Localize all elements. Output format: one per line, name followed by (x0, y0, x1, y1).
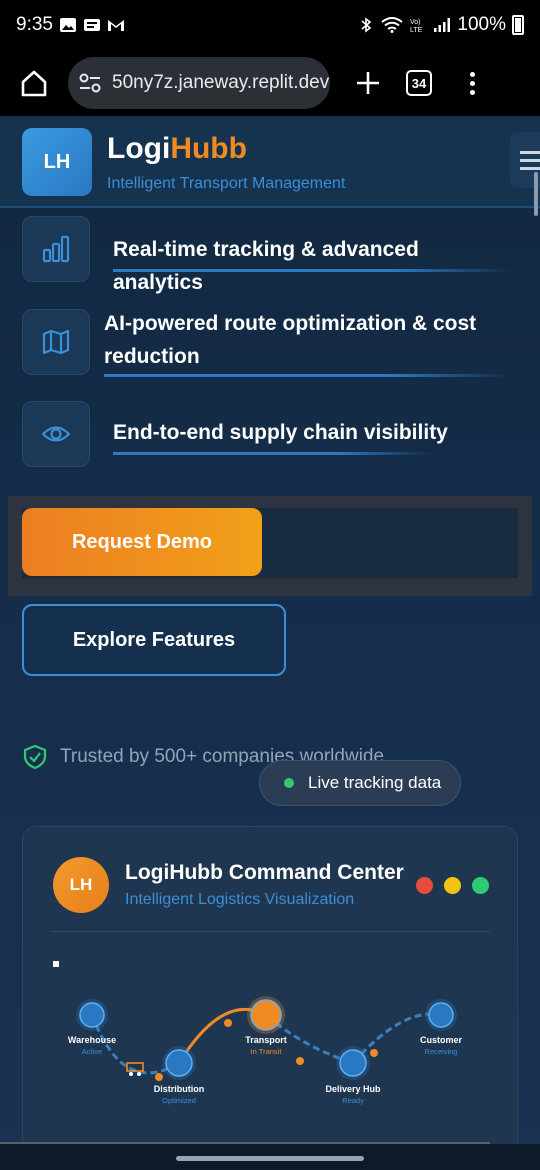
node-label: Delivery Hub (325, 1084, 381, 1094)
shield-check-icon (23, 744, 47, 770)
node-status: Ready (342, 1096, 364, 1105)
feature-item: End-to-end supply chain visibility (22, 401, 512, 471)
card-divider (51, 931, 491, 932)
node-status: Active (82, 1047, 102, 1056)
window-dot-yellow (444, 877, 461, 894)
home-icon (21, 70, 47, 97)
home-button[interactable] (12, 61, 56, 105)
svg-text:Vo): Vo) (410, 19, 421, 26)
route-node[interactable] (165, 1049, 193, 1077)
bar-chart-icon (22, 216, 90, 282)
address-bar[interactable]: 50ny7z.janeway.replit.dev (68, 57, 330, 109)
bluetooth-icon (361, 17, 372, 33)
node-label: Transport (245, 1035, 287, 1045)
logo[interactable]: LH (22, 128, 92, 196)
route-marker (224, 1019, 232, 1027)
live-tracking-text: Live tracking data (308, 773, 442, 792)
node-label: Warehouse (68, 1035, 116, 1045)
battery-percent: 100% (457, 14, 506, 35)
feature-text: End-to-end supply chain visibility (113, 421, 448, 444)
request-demo-button[interactable]: Request Demo (22, 508, 262, 576)
cta-container: Request Demo (22, 508, 518, 578)
feature-underline (113, 269, 513, 272)
web-page: LH LogiHubb Intelligent Transport Manage… (0, 116, 540, 1170)
feature-underline (113, 452, 433, 455)
status-time: 9:35 (16, 14, 53, 35)
brand-tagline: Intelligent Transport Management (107, 175, 346, 192)
node-label: Customer (420, 1035, 463, 1045)
route-node[interactable] (250, 999, 282, 1031)
volte-icon: Vo)LTE (410, 19, 423, 33)
eye-icon (22, 401, 90, 467)
gmail-icon (107, 20, 124, 31)
route-node[interactable] (339, 1049, 367, 1077)
url-text: 50ny7z.janeway.replit.dev (112, 72, 330, 93)
home-gesture-handle[interactable] (176, 1156, 364, 1161)
route-node[interactable] (428, 1002, 454, 1028)
feature-text-line1: AI-powered route optimization & cost (104, 312, 477, 335)
feature-text: Real-time tracking & advanced analytics (113, 238, 419, 294)
node-status: Optimized (162, 1096, 196, 1105)
explore-features-button[interactable]: Explore Features (22, 604, 286, 676)
gallery-icon (59, 18, 76, 32)
battery-icon (512, 15, 524, 35)
node-label: Distribution (154, 1084, 205, 1094)
more-menu-icon[interactable] (462, 71, 482, 95)
message-icon (83, 19, 100, 31)
cta-highlight: Request Demo (8, 496, 532, 596)
route-node[interactable] (79, 1002, 105, 1028)
node-status: Receiving (425, 1047, 458, 1056)
particle-marker (53, 961, 59, 967)
logistics-flow-visualization: Warehouse Active Distribution Optimized Tran… (53, 961, 463, 1105)
command-center-subtitle: Intelligent Logistics Visualization (125, 891, 355, 908)
site-settings-icon[interactable] (78, 72, 102, 94)
wifi-icon (381, 17, 404, 33)
window-dot-red (416, 877, 433, 894)
tab-switcher-button[interactable]: 34 (406, 70, 432, 96)
brand-name-part1: Logi (107, 132, 171, 165)
feature-underline (104, 374, 512, 377)
page-scrollbar[interactable] (534, 172, 538, 216)
plus-icon (357, 72, 379, 94)
brand-name: LogiHubb (107, 132, 247, 166)
feature-text-line2: reduction (104, 345, 200, 368)
command-center-card: LH LogiHubb Command Center Intelligent L… (22, 826, 518, 1170)
feature-item: Real-time tracking & advanced analytics (22, 216, 513, 294)
feature-text: AI-powered route optimization & cost red… (104, 307, 476, 373)
route-marker (155, 1073, 163, 1081)
feature-item: AI-powered route optimization & cost red… (22, 309, 512, 379)
browser-toolbar: 50ny7z.janeway.replit.dev 34 (0, 50, 540, 116)
site-header: LH LogiHubb Intelligent Transport Manage… (0, 116, 540, 208)
node-status: In Transit (251, 1047, 283, 1056)
new-tab-button[interactable] (348, 63, 388, 103)
brand-name-part2: Hubb (170, 132, 247, 165)
live-indicator-dot (284, 778, 294, 788)
svg-text:LTE: LTE (410, 27, 423, 33)
window-dot-green (472, 877, 489, 894)
command-center-title: LogiHubb Command Center (125, 861, 404, 884)
route-marker (296, 1057, 304, 1065)
signal-icon (434, 18, 451, 32)
live-tracking-badge: Live tracking data (259, 760, 461, 806)
status-bar: 9:35 Vo) LTE 100% (0, 0, 540, 50)
route-marker (370, 1049, 378, 1057)
map-icon (22, 309, 90, 375)
command-center-logo: LH (53, 857, 109, 913)
